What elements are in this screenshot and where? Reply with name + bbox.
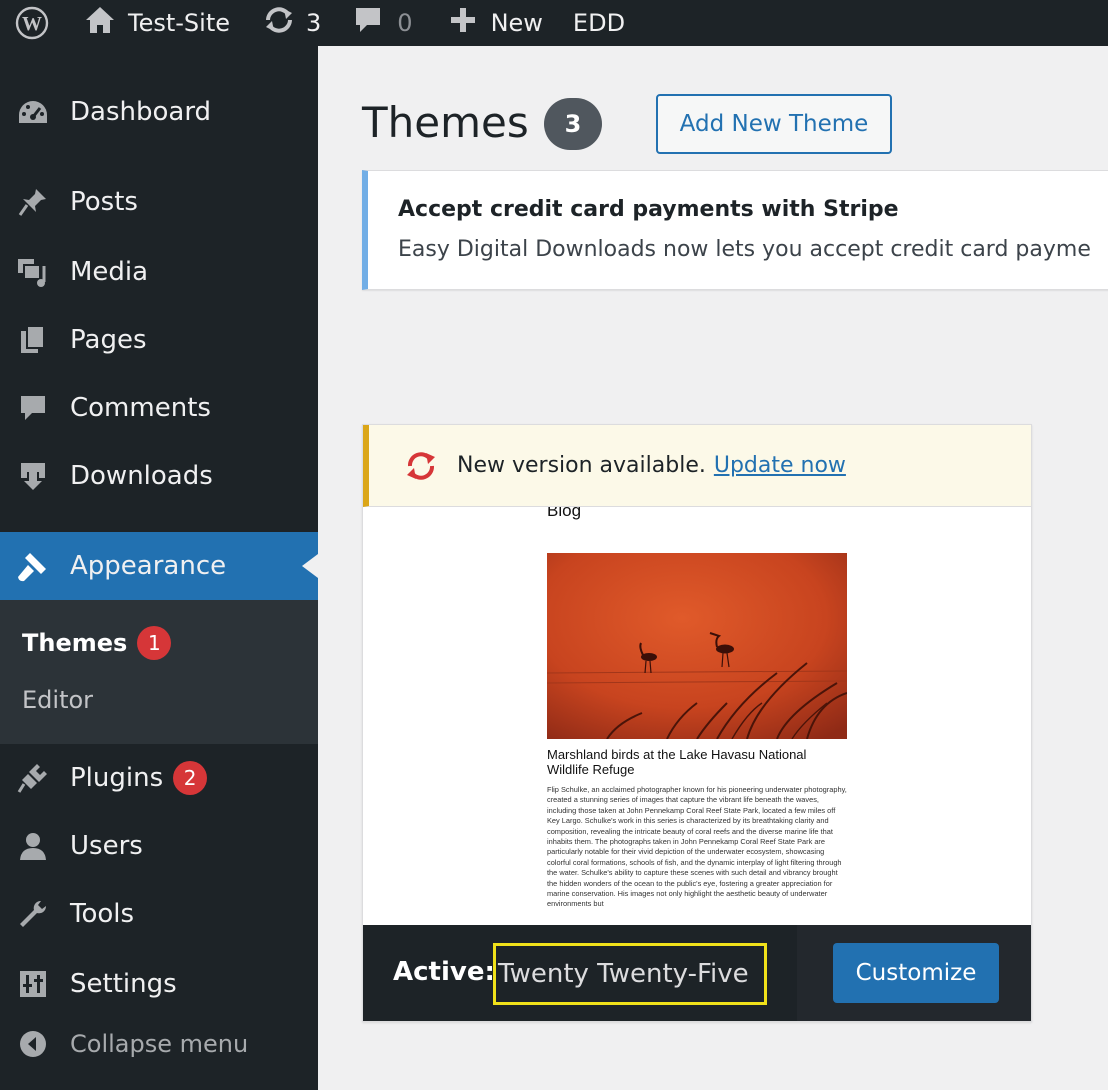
menu-label: Posts [70,187,138,217]
theme-update-notice: New version available. Update now [363,425,1031,507]
add-new-theme-button[interactable]: Add New Theme [656,94,892,154]
preview-body-text: Flip Schulke, an acclaimed photographer … [547,785,847,909]
menu-label: Settings [70,969,177,999]
notice-text: Easy Digital Downloads now lets you acce… [398,237,1091,262]
menu-posts[interactable]: Posts [0,172,318,232]
svg-text:W: W [22,13,42,35]
stripe-notice: Accept credit card payments with Stripe … [362,170,1108,290]
update-icon [401,446,441,486]
edd-link[interactable]: EDD [573,0,625,46]
menu-pages[interactable]: Pages [0,310,318,370]
theme-name-bar: Active: Twenty Twenty-Five Customize [363,925,1031,1021]
submenu-label: Editor [22,686,94,714]
menu-media[interactable]: Media [0,242,318,302]
dashboard-icon [16,95,50,129]
menu-settings[interactable]: Settings [0,954,318,1014]
preview-caption: Marshland birds at the Lake Havasu Natio… [547,747,807,777]
comment-icon [16,391,50,425]
menu-tools[interactable]: Tools [0,884,318,944]
wrench-icon [16,897,50,931]
theme-card[interactable]: New version available. Update now Blog M… [362,424,1032,1022]
home-icon [84,5,116,41]
appearance-submenu: Themes 1 Editor [0,600,318,744]
update-now-link[interactable]: Update now [714,453,846,478]
plugins-update-badge: 2 [173,761,208,795]
customize-button[interactable]: Customize [833,943,999,1003]
theme-screenshot[interactable]: Blog Marshland birds at the Lake Havasu … [363,507,1031,925]
page-title: Themes [362,98,529,147]
menu-users[interactable]: Users [0,816,318,876]
new-label: New [490,9,543,37]
updates-link[interactable]: 3 [262,0,321,46]
menu-downloads[interactable]: Downloads [0,446,318,506]
menu-label: Appearance [70,551,227,581]
wordpress-icon[interactable]: W [0,0,64,46]
pages-icon [16,323,50,357]
themes-update-badge: 1 [137,626,172,660]
submenu-themes[interactable]: Themes 1 [22,626,172,660]
menu-label: Downloads [70,461,213,491]
update-text: New version available. [457,453,706,478]
download-icon [16,459,50,493]
collapse-label: Collapse menu [70,1030,249,1058]
admin-bar: W Test-Site 3 0 New EDD [0,0,1108,46]
menu-label: Plugins [70,763,164,793]
menu-label: Pages [70,325,147,355]
main-content: Themes 3 Add New Theme Accept credit car… [318,46,1108,1090]
comments-link[interactable]: 0 [353,0,413,46]
site-name-link[interactable]: Test-Site [84,0,230,46]
notice-title: Accept credit card payments with Stripe [398,197,899,222]
comments-count: 0 [397,9,413,37]
preview-bird-photo [547,553,847,739]
menu-label: Comments [70,393,211,423]
menu-label: Media [70,257,149,287]
plus-icon [449,6,477,40]
pin-icon [16,185,50,219]
menu-plugins[interactable]: Plugins 2 [0,748,318,808]
settings-icon [16,967,50,1001]
collapse-icon [18,1029,48,1059]
menu-label: Tools [70,899,135,929]
comment-icon [353,5,383,41]
theme-actions: Customize [797,925,1031,1021]
updates-icon [262,5,296,41]
menu-appearance[interactable]: Appearance [0,532,318,600]
menu-dashboard[interactable]: Dashboard [0,82,318,142]
theme-count-badge: 3 [544,98,602,150]
preview-blog-heading: Blog [547,507,582,520]
updates-count: 3 [306,9,322,37]
media-icon [16,255,50,289]
active-label: Active: [393,957,495,987]
menu-label: Users [70,831,143,861]
site-name-label: Test-Site [128,9,230,37]
submenu-editor[interactable]: Editor [22,686,93,714]
submenu-label: Themes [22,629,128,657]
user-icon [16,829,50,863]
menu-comments[interactable]: Comments [0,378,318,438]
active-theme-name: Twenty Twenty-Five [493,943,767,1005]
new-content-link[interactable]: New [449,0,543,46]
admin-sidebar: Dashboard Posts Media Pages Comments Dow… [0,46,318,1090]
menu-label: Dashboard [70,97,212,127]
paintbrush-icon [16,549,50,583]
plugin-icon [16,761,50,795]
collapse-menu-button[interactable]: Collapse menu [0,1029,248,1059]
